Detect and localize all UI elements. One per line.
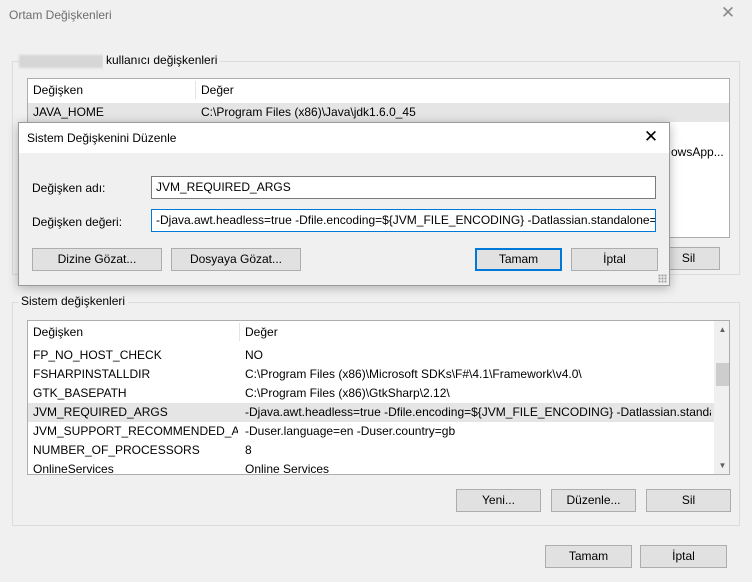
system-edit-button[interactable]: Düzenle... (551, 489, 636, 512)
dialog-ok-button[interactable]: Tamam (475, 248, 562, 271)
user-vars-label: kullanıcı değişkenleri (103, 53, 221, 67)
system-var-row[interactable]: FP_NO_HOST_CHECK NO (28, 346, 714, 365)
user-col-value-header[interactable]: Değer (196, 79, 696, 101)
system-var-value: 8 (245, 443, 252, 457)
system-var-name: FSHARPINSTALLDIR (33, 367, 151, 381)
user-name-redacted (19, 55, 103, 68)
system-var-row[interactable]: OnlineServices Online Services (28, 460, 714, 475)
system-var-value: -Duser.language=en -Duser.country=gb (245, 424, 456, 438)
dialog-close-icon[interactable]: ✕ (641, 127, 661, 147)
system-var-value: NO (245, 348, 263, 362)
system-var-name: FP_NO_HOST_CHECK (33, 348, 162, 362)
ok-button[interactable]: Tamam (545, 545, 632, 568)
scroll-down-icon[interactable]: ▼ (714, 457, 729, 474)
system-delete-button[interactable]: Sil (646, 489, 731, 512)
system-col-name-header[interactable]: Değişken (28, 321, 239, 343)
system-vars-scrollbar[interactable]: ▲ ▼ (714, 321, 729, 474)
user-var-partial-value: owsApp... (671, 145, 724, 159)
system-vars-label: Sistem değişkenleri (18, 294, 129, 308)
system-var-value: C:\Program Files (x86)\Microsoft SDKs\F#… (245, 367, 582, 381)
system-var-value: Online Services (245, 462, 330, 475)
window-title: Ortam Değişkenleri (9, 8, 112, 22)
variable-value-input[interactable]: -Djava.awt.headless=true -Dfile.encoding… (151, 209, 656, 232)
scroll-up-icon[interactable]: ▲ (714, 321, 729, 338)
browse-file-button[interactable]: Dosyaya Gözat... (171, 248, 301, 271)
scrollbar-thumb[interactable] (716, 363, 729, 386)
variable-name-label: Değişken adı: (32, 181, 106, 195)
user-var-name: JAVA_HOME (33, 105, 104, 119)
browse-directory-button[interactable]: Dizine Gözat... (32, 248, 162, 271)
dialog-title: Sistem Değişkenini Düzenle (27, 131, 177, 145)
system-var-value: C:\Program Files (x86)\GtkSharp\2.12\ (245, 386, 450, 400)
system-var-row-selected[interactable]: JVM_REQUIRED_ARGS -Djava.awt.headless=tr… (28, 403, 714, 422)
resize-grip-icon[interactable] (658, 274, 667, 283)
system-var-row[interactable]: NUMBER_OF_PROCESSORS 8 (28, 441, 714, 460)
system-var-name: OnlineServices (33, 462, 114, 475)
user-var-value: C:\Program Files (x86)\Java\jdk1.6.0_45 (201, 105, 416, 119)
system-var-name: JVM_REQUIRED_ARGS (33, 405, 168, 419)
system-var-name: GTK_BASEPATH (33, 386, 127, 400)
window-titlebar: Ortam Değişkenleri ✕ (0, 0, 752, 30)
user-col-name-header[interactable]: Değişken (28, 79, 195, 101)
system-var-row[interactable]: JVM_SUPPORT_RECOMMENDED_AR -Duser.langua… (28, 422, 714, 441)
cancel-button[interactable]: İptal (640, 545, 727, 568)
user-var-row[interactable]: JAVA_HOME C:\Program Files (x86)\Java\jd… (28, 103, 729, 122)
system-col-value-header[interactable]: Değer (240, 321, 710, 343)
dialog-cancel-button[interactable]: İptal (571, 248, 658, 271)
system-vars-list[interactable]: Değişken Değer FP_NO_HOST_CHECK NO FSHAR… (27, 320, 730, 475)
system-new-button[interactable]: Yeni... (456, 489, 541, 512)
user-vars-header: Değişken Değer (28, 79, 729, 101)
system-var-name: JVM_SUPPORT_RECOMMENDED_AR (33, 424, 238, 438)
system-var-row[interactable]: FSHARPINSTALLDIR C:\Program Files (x86)\… (28, 365, 714, 384)
edit-variable-dialog: Sistem Değişkenini Düzenle ✕ Değişken ad… (18, 122, 670, 286)
system-var-row[interactable]: GTK_BASEPATH C:\Program Files (x86)\GtkS… (28, 384, 714, 403)
system-var-value: -Djava.awt.headless=true -Dfile.encoding… (245, 405, 711, 419)
dialog-titlebar: Sistem Değişkenini Düzenle ✕ (19, 123, 669, 153)
window-close-icon[interactable]: ✕ (718, 3, 738, 23)
variable-value-label: Değişken değeri: (32, 215, 123, 229)
variable-name-input[interactable]: JVM_REQUIRED_ARGS (151, 176, 656, 199)
system-var-name: NUMBER_OF_PROCESSORS (33, 443, 200, 457)
system-vars-header: Değişken Değer (28, 321, 714, 343)
